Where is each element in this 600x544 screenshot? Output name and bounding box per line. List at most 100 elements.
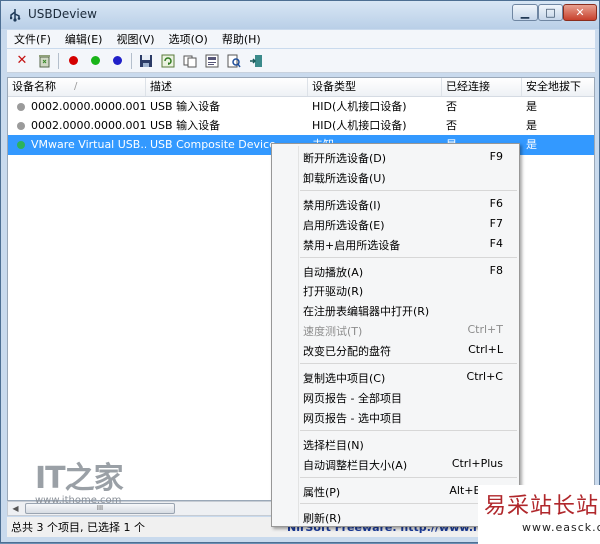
column-header-device-type[interactable]: 设备类型	[308, 78, 442, 96]
menu-item-label: 在注册表编辑器中打开(R)	[303, 305, 430, 319]
menu-item-shortcut: Ctrl+C	[466, 370, 503, 383]
red-dot-icon	[68, 56, 78, 65]
refresh-button[interactable]	[159, 52, 177, 70]
menu-item-label: 启用所选设备(E)	[303, 218, 385, 232]
menu-item-label: 禁用+启用所选设备	[303, 238, 401, 252]
context-menu-item[interactable]: 网页报告 - 选中项目	[272, 407, 519, 427]
toolbar: ✕	[7, 49, 595, 73]
menu-item-label: 自动调整栏目大小(A)	[303, 458, 408, 472]
refresh-icon	[161, 54, 175, 67]
find-button[interactable]	[225, 52, 243, 70]
menu-separator	[300, 363, 517, 364]
easck-url: www.easck.com	[522, 521, 600, 534]
context-menu-item[interactable]: 在注册表编辑器中打开(R)	[272, 300, 519, 320]
context-menu-item[interactable]: 卸载所选设备(U)	[272, 167, 519, 187]
find-icon	[227, 54, 241, 67]
exit-button[interactable]	[247, 52, 265, 70]
menu-help[interactable]: 帮助(H)	[215, 31, 268, 47]
device-status-icon	[17, 103, 25, 111]
menu-view[interactable]: 视图(V)	[109, 31, 161, 47]
safe-remove-cell: 是	[526, 100, 537, 113]
menu-file[interactable]: 文件(F)	[7, 31, 58, 47]
ithome-watermark: IT之家 www.ithome.com	[35, 453, 124, 506]
device-type-cell: HID(人机接口设备)	[312, 100, 407, 113]
context-menu-item[interactable]: 自动播放(A) F8	[272, 261, 519, 281]
menu-item-label: 速度测试(T)	[303, 325, 363, 339]
disable-button[interactable]	[64, 52, 82, 70]
menu-item-shortcut: F4	[489, 236, 503, 250]
title-bar[interactable]: USBDeview ▁ □ ✕	[1, 1, 599, 29]
context-menu-item[interactable]: 断开所选设备(D) F9	[272, 147, 519, 167]
maximize-button[interactable]: □	[538, 4, 563, 21]
menu-item-label: 改变已分配的盘符	[303, 345, 391, 359]
connected-cell: 否	[446, 100, 457, 113]
context-menu-item[interactable]: 禁用+启用所选设备 F4	[272, 234, 519, 254]
column-header-safe-remove[interactable]: 安全地拔下	[522, 78, 594, 96]
device-status-icon	[17, 122, 25, 130]
context-menu-item[interactable]: 自动调整栏目大小(A) Ctrl+Plus	[272, 454, 519, 474]
window-title: USBDeview	[28, 7, 97, 21]
menu-item-shortcut: F7	[489, 216, 503, 230]
minimize-button[interactable]: ▁	[512, 4, 538, 21]
scroll-left-arrow-icon[interactable]: ◀	[8, 502, 23, 515]
context-menu-item[interactable]: 启用所选设备(E) F7	[272, 214, 519, 234]
menu-item-label: 卸载所选设备(U)	[303, 171, 386, 185]
context-menu-item[interactable]: 复制选中项目(C) Ctrl+C	[272, 367, 519, 387]
menu-item-shortcut: F6	[489, 196, 503, 210]
menu-item-label: 属性(P)	[303, 485, 341, 499]
table-row[interactable]: 0002.0000.0000.001... USB 输入设备 HID(人机接口设…	[8, 97, 594, 117]
menu-options[interactable]: 选项(O)	[162, 31, 215, 47]
menu-separator	[300, 429, 517, 431]
context-menu-item[interactable]: 网页报告 - 全部项目	[272, 387, 519, 407]
table-row[interactable]: 0002.0000.0000.001... USB 输入设备 HID(人机接口设…	[8, 116, 594, 136]
context-menu-item[interactable]: 打开驱动(R)	[272, 280, 519, 300]
menu-item-label: 自动播放(A)	[303, 265, 364, 279]
column-header-connected[interactable]: 已经连接	[442, 78, 522, 96]
menu-item-shortcut: Ctrl+T	[467, 323, 503, 337]
column-header-description[interactable]: 描述	[146, 78, 308, 96]
menu-item-label: 断开所选设备(D)	[303, 152, 387, 165]
list-header: 设备名称 / 描述 设备类型 已经连接 安全地拔下	[8, 78, 594, 97]
device-status-icon	[17, 141, 25, 149]
menu-bar: 文件(F) 编辑(E) 视图(V) 选项(O) 帮助(H)	[7, 30, 595, 48]
menu-item-shortcut: F9	[489, 150, 503, 163]
status-text: 总共 3 个项目, 已选择 1 个	[11, 521, 145, 534]
menu-item-shortcut: F8	[489, 263, 503, 277]
recycle-bin-icon	[38, 55, 50, 68]
html-report-icon	[205, 54, 219, 67]
uninstall-button[interactable]	[35, 52, 53, 70]
menu-edit[interactable]: 编辑(E)	[58, 31, 110, 47]
copy-button[interactable]	[181, 52, 199, 70]
copy-icon	[183, 55, 197, 67]
column-header-device-name[interactable]: 设备名称 /	[8, 78, 146, 96]
column-label: 设备类型	[312, 80, 356, 93]
enable-button[interactable]	[86, 52, 104, 70]
context-menu-item[interactable]: 禁用所选设备(I) F6	[272, 194, 519, 214]
safe-remove-cell: 是	[526, 119, 537, 132]
menu-item-shortcut: Ctrl+L	[468, 343, 503, 357]
report-button[interactable]	[203, 52, 221, 70]
device-name-cell: VMware Virtual USB...	[31, 138, 146, 151]
toggle-button[interactable]	[108, 52, 126, 70]
column-label: 描述	[150, 80, 172, 93]
save-button[interactable]	[137, 52, 155, 70]
description-cell: USB 输入设备	[150, 100, 221, 113]
easck-watermark: 易采站长站 www.easck.com	[478, 485, 600, 544]
device-type-cell: HID(人机接口设备)	[312, 119, 407, 132]
description-cell: USB 输入设备	[150, 119, 221, 132]
close-icon: ✕	[575, 6, 585, 19]
menu-separator	[300, 189, 517, 191]
close-button[interactable]: ✕	[563, 4, 597, 21]
app-window: USBDeview ▁ □ ✕ 文件(F) 编辑(E) 视图(V) 选项(O) …	[0, 0, 600, 544]
context-menu-item[interactable]: 选择栏目(N)	[272, 434, 519, 454]
disconnect-button[interactable]: ✕	[13, 52, 31, 70]
minimize-icon: ▁	[520, 6, 530, 19]
context-menu-item[interactable]: 改变已分配的盘符 Ctrl+L	[272, 340, 519, 360]
menu-item-label: 复制选中项目(C)	[303, 372, 386, 385]
context-menu-item[interactable]: 速度测试(T) Ctrl+T	[272, 320, 519, 340]
menu-item-shortcut: Ctrl+Plus	[451, 456, 503, 470]
menu-item-label: 网页报告 - 选中项目	[303, 411, 402, 425]
maximize-icon: □	[545, 6, 556, 19]
column-label: 设备名称	[12, 80, 56, 93]
menu-separator	[300, 476, 517, 478]
